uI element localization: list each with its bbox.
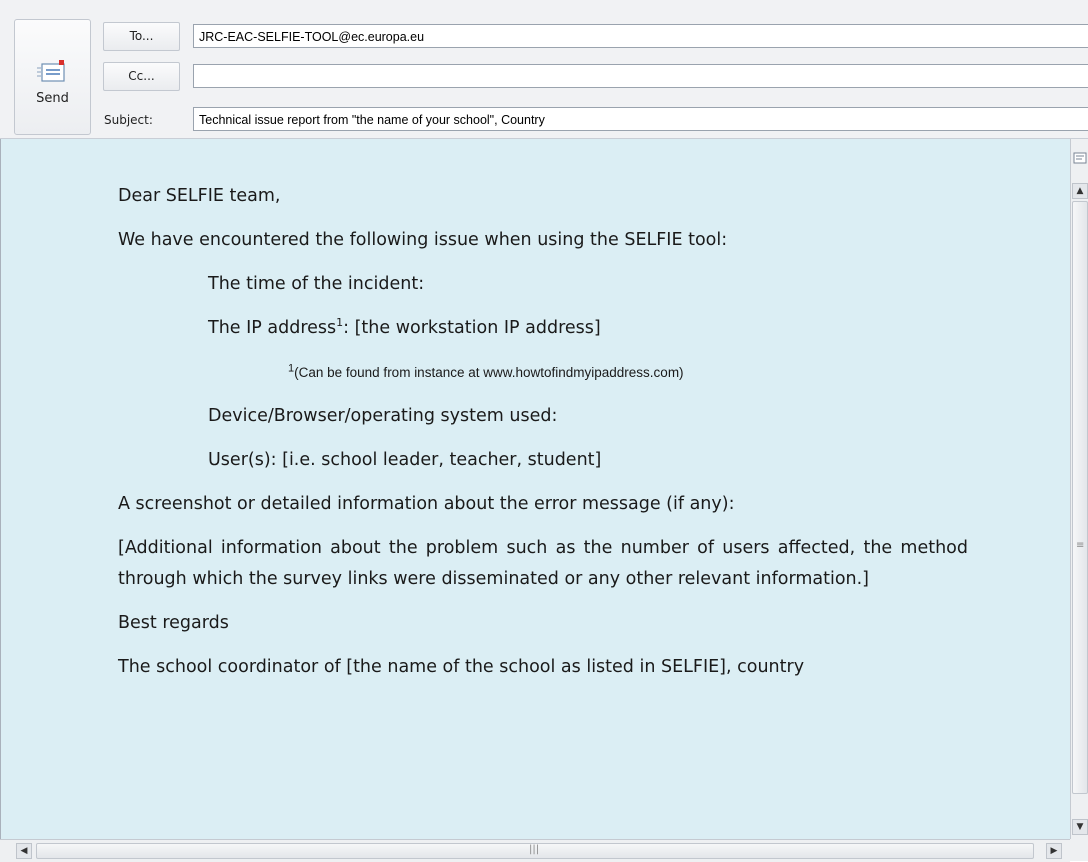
ip-suffix: : [the workstation IP address]: [343, 318, 601, 338]
cc-field[interactable]: [193, 64, 1088, 88]
ip-prefix: The IP address: [208, 318, 337, 338]
send-button[interactable]: Send: [14, 19, 91, 135]
compose-header: Send To... Cc... Subject: JRC-EAC-SELFIE…: [0, 0, 1088, 139]
send-label: Send: [36, 91, 69, 106]
vertical-scrollbar[interactable]: ▲ ≡ ▼: [1070, 139, 1088, 839]
intro-line: We have encountered the following issue …: [118, 230, 728, 250]
greeting: Dear SELFIE team,: [118, 186, 281, 206]
time-line: The time of the incident:: [208, 274, 425, 294]
vertical-scroll-thumb[interactable]: ≡: [1072, 201, 1088, 794]
scroll-left-icon[interactable]: ◀: [16, 843, 32, 859]
screenshot-line: A screenshot or detailed information abo…: [118, 494, 735, 514]
device-line: Device/Browser/operating system used:: [208, 406, 558, 426]
additional-paragraph: [Additional information about the proble…: [118, 538, 968, 589]
ip-line: The IP address1: [the workstation IP add…: [118, 313, 968, 344]
scroll-down-icon[interactable]: ▼: [1072, 819, 1088, 835]
reading-pane-icon[interactable]: [1073, 151, 1087, 165]
signature-paragraph: The school coordinator of [the name of t…: [118, 657, 805, 677]
subject-field[interactable]: Technical issue report from "the name of…: [193, 107, 1088, 131]
cc-button[interactable]: Cc...: [103, 62, 180, 91]
to-button[interactable]: To...: [103, 22, 180, 51]
footnote-text: (Can be found from instance at www.howto…: [294, 365, 684, 380]
to-field[interactable]: JRC-EAC-SELFIE-TOOL@ec.europa.eu: [193, 24, 1088, 48]
footnote-line: 1(Can be found from instance at www.howt…: [118, 357, 968, 388]
message-text: Dear SELFIE team, We have encountered th…: [118, 181, 968, 683]
subject-label: Subject:: [104, 113, 153, 127]
scrollbar-corner: [1070, 839, 1088, 861]
regards-line: Best regards: [118, 613, 229, 633]
scroll-up-icon[interactable]: ▲: [1072, 183, 1088, 199]
horizontal-scroll-thumb[interactable]: |||: [36, 843, 1034, 859]
horizontal-scrollbar[interactable]: ◀ ||| ▶: [0, 839, 1070, 862]
users-line: User(s): [i.e. school leader, teacher, s…: [208, 450, 602, 470]
send-envelope-icon: [37, 60, 65, 82]
h-grip-icon: |||: [529, 844, 540, 855]
message-body[interactable]: Dear SELFIE team, We have encountered th…: [0, 139, 1071, 839]
grip-icon: ≡: [1076, 540, 1085, 551]
scroll-right-icon[interactable]: ▶: [1046, 843, 1062, 859]
